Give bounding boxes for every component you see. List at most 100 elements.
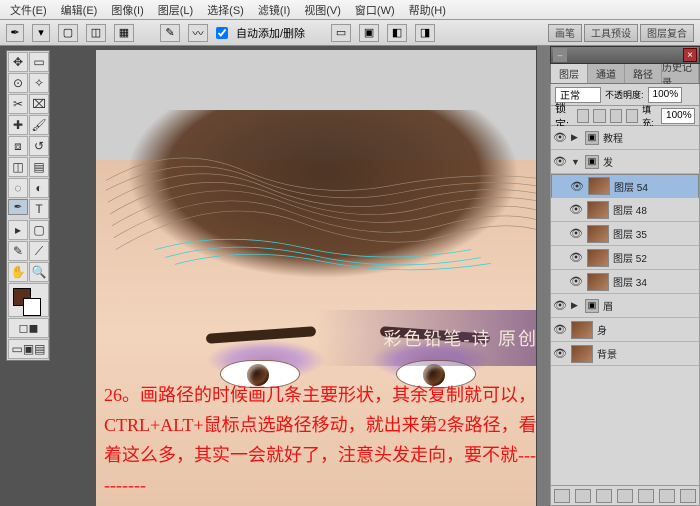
eraser-tool[interactable]: ◫: [8, 157, 28, 177]
layer-thumbnail[interactable]: [587, 201, 609, 219]
pen-tool-icon[interactable]: ✒: [6, 24, 24, 42]
path-op-4[interactable]: ◨: [415, 24, 435, 42]
path-op-2[interactable]: ▣: [359, 24, 379, 42]
visibility-eye-icon[interactable]: 👁: [553, 299, 567, 313]
tab-layers[interactable]: 图层: [551, 64, 588, 83]
menu-view[interactable]: 视图(V): [298, 0, 347, 20]
menu-file[interactable]: 文件(E): [4, 0, 53, 20]
type-tool[interactable]: T: [29, 199, 49, 219]
dodge-tool[interactable]: ◐: [29, 178, 49, 198]
link-layers-button[interactable]: [554, 489, 570, 503]
layer-thumbnail[interactable]: [571, 321, 593, 339]
lock-pixels[interactable]: [593, 109, 605, 123]
palette-layercomp[interactable]: 图层复合: [640, 24, 694, 42]
layer-name[interactable]: 发: [603, 154, 613, 169]
move-tool[interactable]: ✥: [8, 52, 28, 72]
visibility-eye-icon[interactable]: 👁: [569, 275, 583, 289]
lock-all[interactable]: [626, 109, 638, 123]
layer-mask-button[interactable]: [596, 489, 612, 503]
layer-thumbnail[interactable]: [587, 273, 609, 291]
palette-brush[interactable]: 画笔: [548, 24, 582, 42]
menu-filter[interactable]: 滤镜(I): [252, 0, 296, 20]
path-op-1[interactable]: ▭: [331, 24, 351, 42]
menu-window[interactable]: 窗口(W): [349, 0, 401, 20]
visibility-eye-icon[interactable]: 👁: [553, 347, 567, 361]
opacity-value[interactable]: 100%: [648, 87, 682, 103]
pen-freeform-icon[interactable]: 〰: [188, 24, 208, 42]
hand-tool[interactable]: ✋: [8, 262, 28, 282]
eyedropper-tool[interactable]: ⟋: [29, 241, 49, 261]
gradient-tool[interactable]: ▤: [29, 157, 49, 177]
blur-tool[interactable]: ◌: [8, 178, 28, 198]
layer-name[interactable]: 眉: [603, 298, 613, 313]
layer-name[interactable]: 图层 34: [613, 274, 647, 289]
menu-edit[interactable]: 编辑(E): [55, 0, 104, 20]
heal-tool[interactable]: ✚: [8, 115, 28, 135]
layer-name[interactable]: 背景: [597, 346, 617, 361]
path-op-3[interactable]: ◧: [387, 24, 407, 42]
layer-row[interactable]: 👁 背景: [551, 342, 699, 366]
stamp-tool[interactable]: ⧈: [8, 136, 28, 156]
layer-style-button[interactable]: [575, 489, 591, 503]
auto-add-delete-checkbox[interactable]: [216, 27, 228, 39]
visibility-eye-icon[interactable]: 👁: [553, 155, 567, 169]
layer-row[interactable]: 👁 图层 34: [551, 270, 699, 294]
crop-tool[interactable]: ✂: [8, 94, 28, 114]
visibility-eye-icon[interactable]: 👁: [570, 179, 584, 193]
paths-mode[interactable]: ◫: [86, 24, 106, 42]
tab-channels[interactable]: 通道: [588, 64, 625, 83]
menu-help[interactable]: 帮助(H): [403, 0, 452, 20]
layer-row[interactable]: 👁 图层 54: [551, 174, 699, 198]
rectangle-tool[interactable]: ▢: [29, 220, 49, 240]
tab-paths[interactable]: 路径: [625, 64, 662, 83]
slice-tool[interactable]: ⌧: [29, 94, 49, 114]
wand-tool[interactable]: ✧: [29, 73, 49, 93]
layer-name[interactable]: 教程: [603, 130, 623, 145]
menu-layer[interactable]: 图层(L): [152, 0, 199, 20]
group-disclosure-triangle[interactable]: ▶: [571, 132, 581, 143]
color-swatch[interactable]: [8, 283, 49, 317]
pen-add-icon[interactable]: ✎: [160, 24, 180, 42]
visibility-eye-icon[interactable]: 👁: [553, 131, 567, 145]
layer-row[interactable]: 👁▼▣发: [551, 150, 699, 174]
new-layer-button[interactable]: [659, 489, 675, 503]
group-disclosure-triangle[interactable]: ▶: [571, 300, 581, 311]
tool-preset-dropdown[interactable]: ▾: [32, 24, 50, 42]
layer-name[interactable]: 身: [597, 322, 607, 337]
history-brush-tool[interactable]: ↺: [29, 136, 49, 156]
visibility-eye-icon[interactable]: 👁: [553, 323, 567, 337]
layer-group-button[interactable]: [638, 489, 654, 503]
menu-select[interactable]: 选择(S): [201, 0, 250, 20]
lasso-tool[interactable]: ⊙: [8, 73, 28, 93]
canvas[interactable]: 彩色铅笔-诗 原创教程 26。画路径的时候画几条主要形状，其余复制就可以，CTR…: [96, 50, 550, 506]
layer-thumbnail[interactable]: [571, 345, 593, 363]
marquee-tool[interactable]: ▭: [29, 52, 49, 72]
layer-row[interactable]: 👁 图层 48: [551, 198, 699, 222]
group-disclosure-triangle[interactable]: ▼: [571, 157, 581, 167]
layer-name[interactable]: 图层 54: [614, 179, 648, 194]
layer-row[interactable]: 👁图层 35: [551, 222, 699, 246]
visibility-eye-icon[interactable]: 👁: [569, 203, 583, 217]
visibility-eye-icon[interactable]: 👁: [569, 251, 583, 265]
tab-history[interactable]: 历史记录: [662, 64, 699, 83]
layer-name[interactable]: 图层 48: [613, 202, 647, 217]
fill-pixels-mode[interactable]: ▦: [114, 24, 134, 42]
layer-row[interactable]: 👁 图层 52: [551, 246, 699, 270]
fill-value[interactable]: 100%: [661, 108, 695, 124]
screenmode-toggle[interactable]: ▭▣▤: [8, 339, 49, 359]
lock-transparency[interactable]: [577, 109, 589, 123]
panel-minimize-button[interactable]: –: [553, 48, 567, 62]
layer-thumbnail[interactable]: [588, 177, 610, 195]
background-color[interactable]: [23, 298, 41, 316]
layer-row[interactable]: 👁身: [551, 318, 699, 342]
shape-layers-mode[interactable]: ▢: [58, 24, 78, 42]
layer-name[interactable]: 图层 35: [613, 226, 647, 241]
layer-row[interactable]: 👁▶▣眉: [551, 294, 699, 318]
pen-tool[interactable]: ✒: [8, 199, 28, 215]
layer-name[interactable]: 图层 52: [613, 250, 647, 265]
notes-tool[interactable]: ✎: [8, 241, 28, 261]
layer-row[interactable]: 👁▶▣教程: [551, 126, 699, 150]
palette-toolpreset[interactable]: 工具预设: [584, 24, 638, 42]
adjustment-layer-button[interactable]: [617, 489, 633, 503]
delete-layer-button[interactable]: [680, 489, 696, 503]
